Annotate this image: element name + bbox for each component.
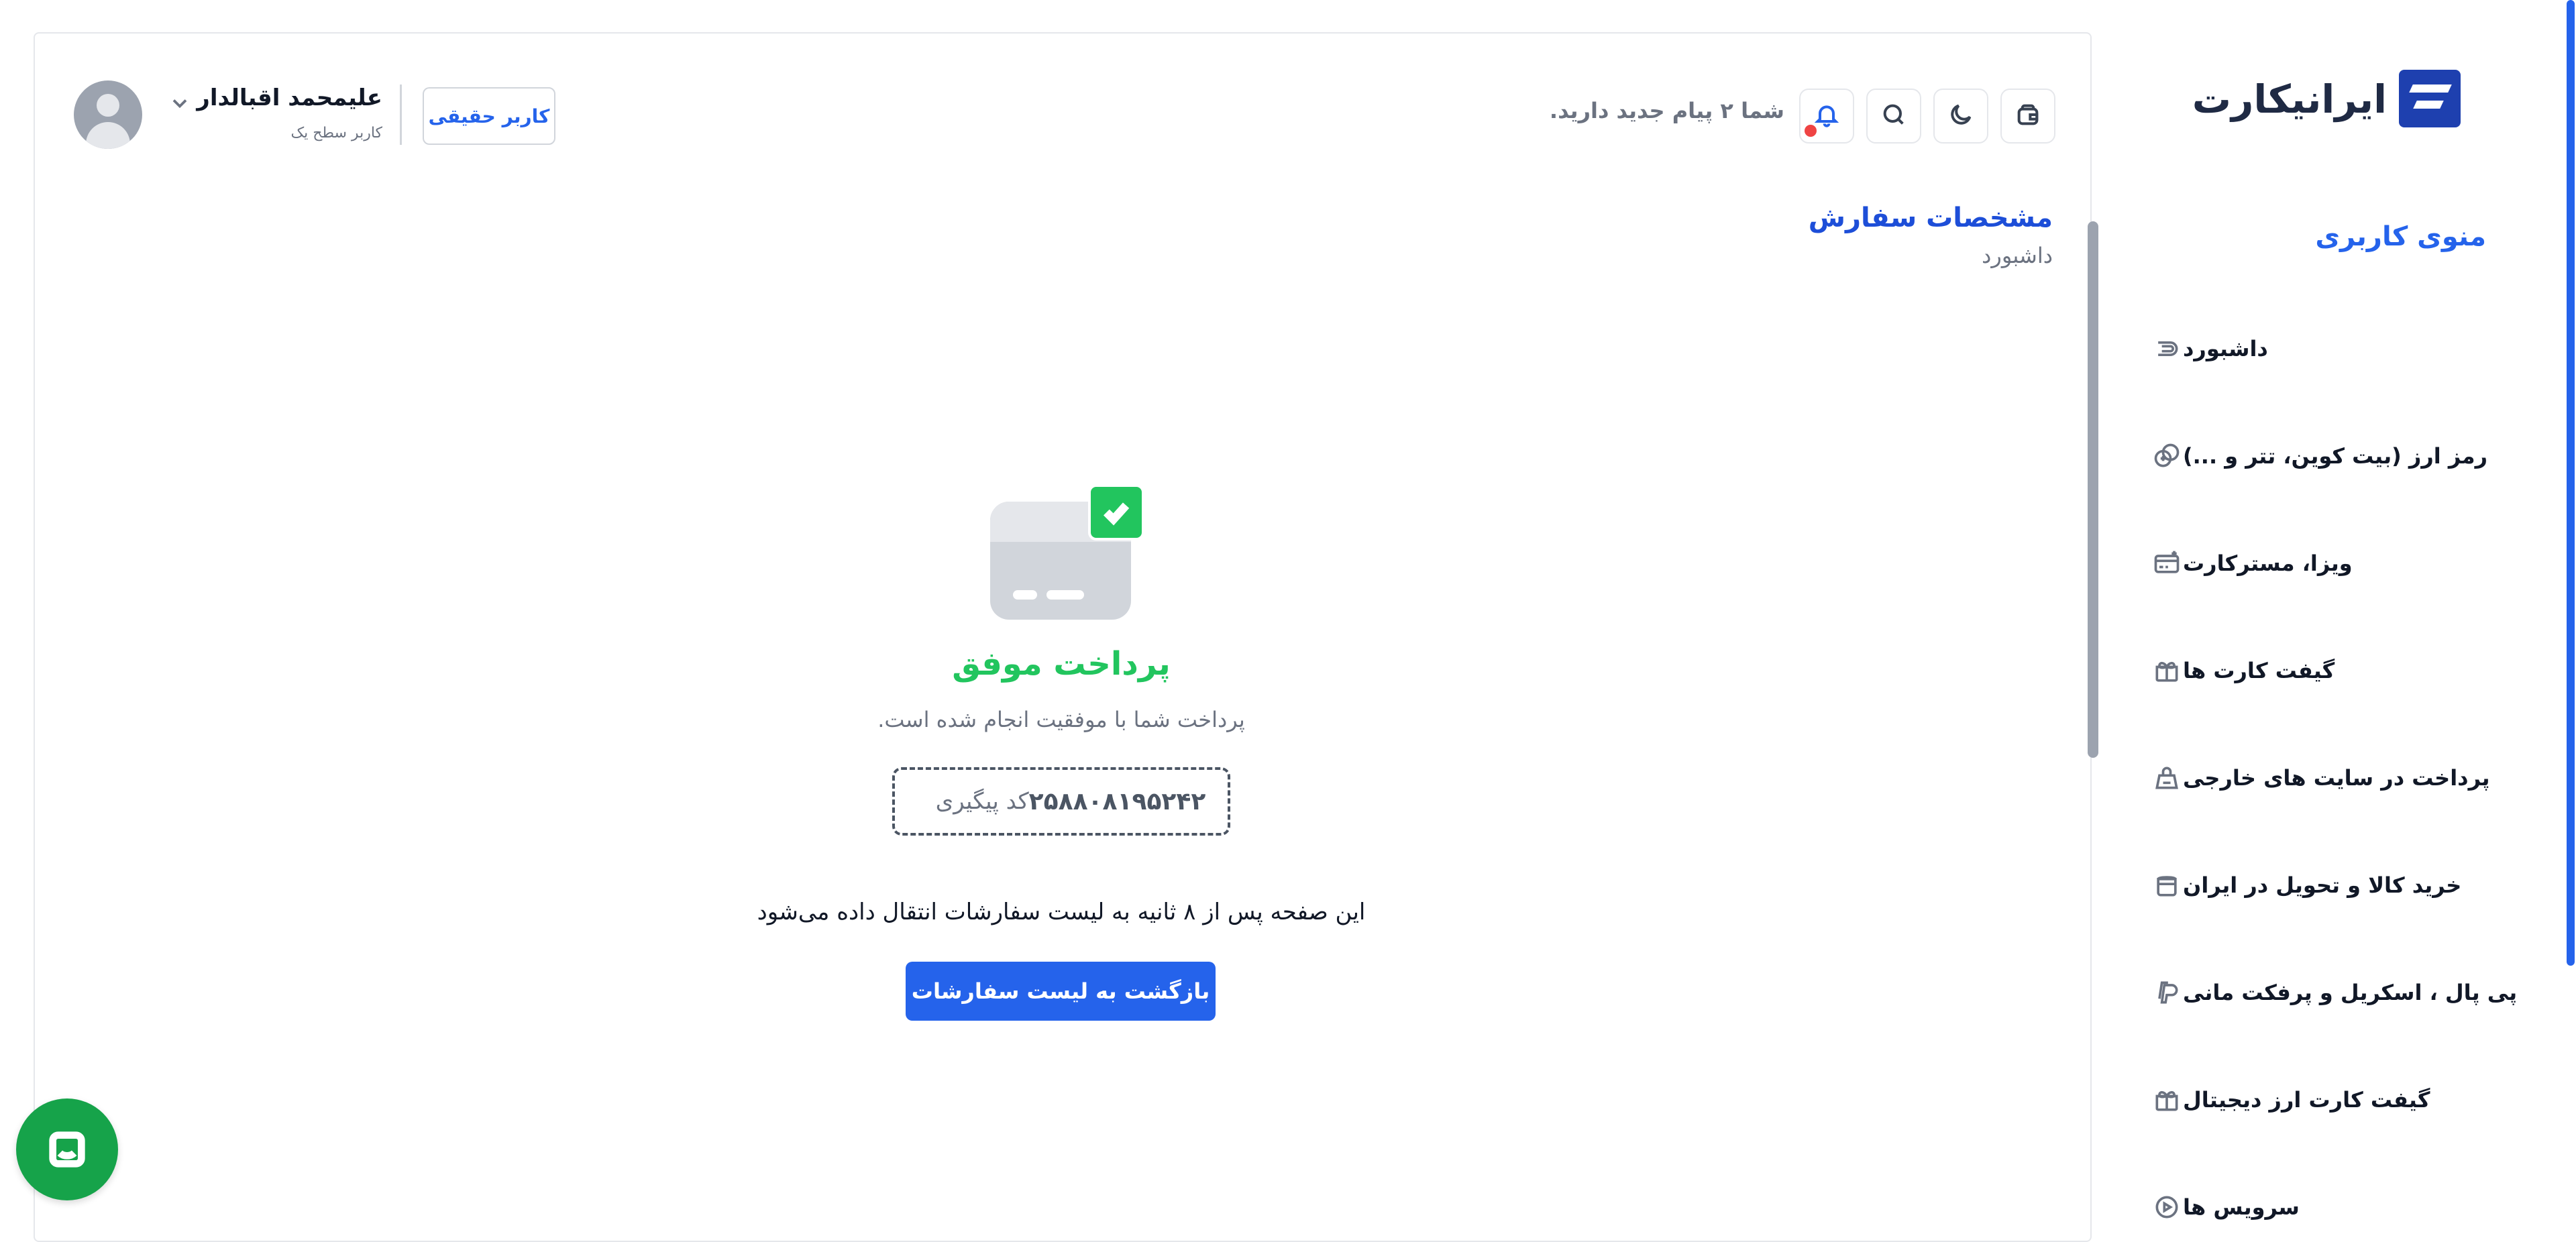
theme-toggle-button[interactable] <box>1933 89 1988 144</box>
check-icon <box>1088 484 1144 541</box>
crypto-coins-icon <box>2151 440 2183 472</box>
sidebar-item-gift-cards[interactable]: گیفت کارت ها <box>2133 637 2536 704</box>
sidebar-item-shopping[interactable]: خرید کالا و تحویل در ایران <box>2133 852 2536 919</box>
sidebar-item-label: خرید کالا و تحویل در ایران <box>2183 872 2462 898</box>
sidebar-item-label: پی پال ، اسکریل و پرفکت مانی <box>2183 980 2518 1005</box>
user-name[interactable]: علیمحمد اقبالدار <box>168 84 382 111</box>
content-scrollbar[interactable] <box>2088 221 2098 758</box>
notification-message[interactable]: شما ۲ پیام جدید دارید. <box>1550 98 1784 123</box>
payment-icon <box>2151 762 2183 794</box>
tracking-code-value[interactable]: ۲۵۸۸۰۸۱۹۵۲۴۲ <box>1029 788 1206 815</box>
tracking-code-box[interactable]: کد پیگیری ۲۵۸۸۰۸۱۹۵۲۴۲ <box>892 767 1230 836</box>
notifications-button[interactable] <box>1799 89 1854 144</box>
avatar-head <box>97 94 119 117</box>
avatar[interactable] <box>74 80 142 149</box>
sidebar-item-paypal[interactable]: پی پال ، اسکریل و پرفکت مانی <box>2133 959 2536 1026</box>
sidebar-item-crypto-gift[interactable]: گیفت کارت ارز دیجیتال <box>2133 1066 2536 1133</box>
user-level: کاربر سطح یک <box>290 125 382 142</box>
credit-card-icon <box>2151 547 2183 579</box>
wallet-button[interactable] <box>2000 89 2055 144</box>
page-title: مشخصات سفارش <box>1808 203 2053 233</box>
support-chat-button[interactable] <box>16 1098 118 1200</box>
sidebar-item-label: گیفت کارت ارز دیجیتال <box>2183 1087 2430 1113</box>
bell-icon <box>1813 101 1840 131</box>
search-button[interactable] <box>1866 89 1921 144</box>
payment-status-subtitle: پرداخت شما با موفقیت انجام شده است. <box>877 707 1245 732</box>
payment-card-illustration <box>990 484 1144 620</box>
avatar-body <box>86 122 130 149</box>
dashboard-icon <box>2151 333 2183 365</box>
logo-mark-icon <box>2399 70 2461 127</box>
sidebar-menu-title: منوی کاربری <box>2315 221 2486 252</box>
sidebar-item-services[interactable]: سرویس ها <box>2133 1174 2536 1241</box>
sidebar-item-visa-mastercard[interactable]: ویزا، مسترکارت <box>2133 530 2536 597</box>
tracking-code-label: کد پیگیری <box>935 788 1029 815</box>
user-divider <box>400 84 402 145</box>
sidebar-item-crypto[interactable]: رمز ارز (بیت کوین، تتر و ...) <box>2133 422 2536 490</box>
payment-status-title: پرداخت موفق <box>952 645 1171 683</box>
moon-icon <box>1947 101 1974 131</box>
sidebar-item-label: پرداخت در سایت های خارجی <box>2183 765 2490 791</box>
sidebar-item-label: ویزا، مسترکارت <box>2183 551 2353 576</box>
back-to-orders-button[interactable]: بازگشت به لیست سفارشات <box>906 962 1216 1021</box>
paypal-icon <box>2151 976 2183 1009</box>
user-type-badge[interactable]: کاربر حقیقی <box>423 87 555 145</box>
sidebar-item-dashboard[interactable]: داشبورد <box>2133 315 2536 382</box>
shopping-bag-icon <box>2151 869 2183 901</box>
wallet-icon <box>2015 101 2041 131</box>
service-icon <box>2151 1191 2183 1223</box>
logo-text: ایرانیکارت <box>2192 76 2387 122</box>
notification-dot <box>1805 125 1817 137</box>
sidebar-item-label: سرویس ها <box>2183 1194 2300 1220</box>
sidebar-item-label: گیفت کارت ها <box>2183 658 2335 683</box>
gift-card-icon <box>2151 655 2183 687</box>
card-line <box>1046 590 1084 600</box>
main-card <box>34 32 2092 1242</box>
redirect-notice: این صفحه پس از ۸ ثانیه به لیست سفارشات ا… <box>757 899 1366 925</box>
chat-icon <box>49 1131 85 1168</box>
sidebar-item-foreign-payments[interactable]: پرداخت در سایت های خارجی <box>2133 744 2536 811</box>
card-line <box>1013 590 1037 600</box>
page-scrollbar-thumb[interactable] <box>2567 0 2575 966</box>
sidebar-item-label: رمز ارز (بیت کوین، تتر و ...) <box>2183 443 2487 469</box>
search-icon <box>1880 101 1907 131</box>
sidebar: ایرانیکارت منوی کاربری داشبورد رمز ارز (… <box>2133 0 2563 1220</box>
breadcrumb[interactable]: داشبورد <box>1982 243 2053 268</box>
gift-icon <box>2151 1084 2183 1116</box>
brand-logo[interactable]: ایرانیکارت <box>2192 70 2461 130</box>
sidebar-item-label: داشبورد <box>2183 336 2268 361</box>
